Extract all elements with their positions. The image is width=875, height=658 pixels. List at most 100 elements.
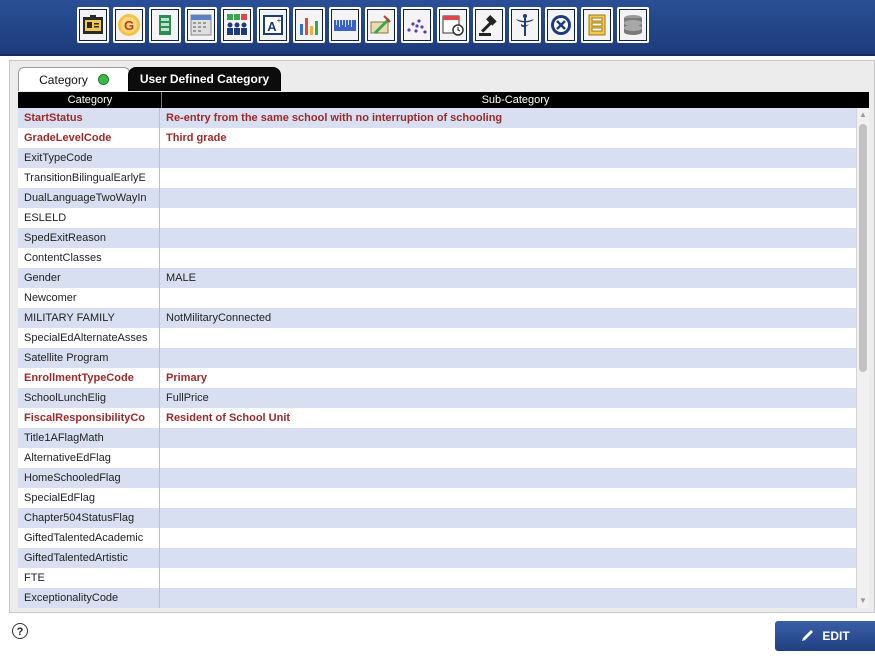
category-cell: Gender [18,268,160,288]
subcategory-cell [160,508,869,528]
tab-user-defined-category[interactable]: User Defined Category [128,67,281,91]
svg-text:+: + [277,16,282,25]
category-cell: ESLELD [18,208,160,228]
column-header-subcategory[interactable]: Sub-Category [162,92,869,108]
subcategory-cell [160,228,869,248]
toolbar-icon-group: G A + [77,7,649,43]
tab-category[interactable]: Category [18,67,130,91]
table-row[interactable]: TransitionBilingualEarlyE [18,168,869,188]
category-cell: TransitionBilingualEarlyE [18,168,160,188]
scroll-up-icon[interactable]: ▲ [857,108,869,122]
table-row[interactable]: ESLELD [18,208,869,228]
table-row[interactable]: GiftedTalentedArtistic [18,548,869,568]
subcategory-cell [160,548,869,568]
table-row[interactable]: MILITARY FAMILY NotMilitaryConnected [18,308,869,328]
table-row[interactable]: SpecialEdAlternateAsses [18,328,869,348]
scatter-icon[interactable] [401,7,433,43]
attendance-icon[interactable] [221,7,253,43]
grade-g-icon[interactable]: G [113,7,145,43]
edit-button-label: EDIT [822,629,850,643]
table-row[interactable]: Chapter504StatusFlag [18,508,869,528]
table-row[interactable]: Satellite Program [18,348,869,368]
table-row[interactable]: ContentClasses [18,248,869,268]
settings-gear-icon[interactable] [545,7,577,43]
subcategory-cell: MALE [166,272,196,284]
category-cell: SpecialEdFlag [18,488,160,508]
category-cell: GradeLevelCode [18,128,160,148]
footer-bar: ? EDIT [0,614,875,658]
table-row[interactable]: ExitTypeCode [18,148,869,168]
table-row[interactable]: GiftedTalentedAcademic [18,528,869,548]
table-row[interactable]: Gender MALE [18,268,869,288]
subcategory-cell [160,348,869,368]
subcategory-cell [160,148,869,168]
database-icon[interactable] [617,7,649,43]
table-row[interactable]: SpecialEdFlag [18,488,869,508]
subcategory-cell: Primary [166,372,207,384]
discipline-gavel-icon[interactable] [473,7,505,43]
scroll-down-icon[interactable]: ▼ [857,594,869,608]
table-row[interactable]: DualLanguageTwoWayIn [18,188,869,208]
column-header-category[interactable]: Category [19,92,162,108]
table-row[interactable]: EnrollmentTypeCode Primary [18,368,869,388]
ruler-icon[interactable] [329,7,361,43]
subcategory-cell [160,188,869,208]
subcategory-cell [160,328,869,348]
subcategory-cell: Re-entry from the same school with no in… [166,112,503,124]
subcategory-cell [160,468,869,488]
table-row[interactable]: AlternativeEdFlag [18,448,869,468]
table-row[interactable]: SpedExitReason [18,228,869,248]
category-cell: GiftedTalentedAcademic [18,528,160,548]
health-caduceus-icon[interactable] [509,7,541,43]
file-cabinet-icon[interactable] [581,7,613,43]
subcategory-cell [160,168,869,188]
subcategory-cell [160,208,869,228]
table-row[interactable]: FTE [18,568,869,588]
edit-button[interactable]: EDIT [775,621,875,651]
table-header: Category Sub-Category [18,92,869,108]
help-icon[interactable]: ? [12,623,28,639]
table-row[interactable]: StartStatus Re-entry from the same school… [18,108,869,128]
tab-category-label: Category [39,72,88,87]
category-cell: SchoolLunchElig [18,388,160,408]
scrollbar-thumb[interactable] [859,124,867,372]
subcategory-cell [160,428,869,448]
vertical-scrollbar[interactable]: ▲ ▼ [856,108,869,608]
category-cell: SpedExitReason [18,228,160,248]
status-dot-icon [97,74,109,85]
table-row[interactable]: FiscalResponsibilityCo Resident of School… [18,408,869,428]
calendar-icon[interactable] [185,7,217,43]
category-cell: ContentClasses [18,248,160,268]
grade-a-plus-icon[interactable]: A + [257,7,289,43]
table-row[interactable]: SchoolLunchElig FullPrice [18,388,869,408]
svg-text:G: G [124,18,134,33]
category-cell: ExceptionalityCode [18,588,160,608]
table-row[interactable]: Title1AFlagMath [18,428,869,448]
subcategory-cell [160,288,869,308]
category-cell: Title1AFlagMath [18,428,160,448]
table-row[interactable]: GradeLevelCode Third grade [18,128,869,148]
subcategory-cell [160,588,869,608]
subcategory-cell [160,488,869,508]
table-row[interactable]: Newcomer [18,288,869,308]
category-cell: HomeSchooledFlag [18,468,160,488]
subcategory-cell: Resident of School Unit [166,412,291,424]
schedule-icon[interactable] [437,7,469,43]
tab-user-defined-label: User Defined Category [139,72,270,86]
category-panel: Category User Defined Category Category … [9,60,875,613]
graduation-icon[interactable] [365,7,397,43]
category-cell: FTE [18,568,160,588]
category-cell: MILITARY FAMILY [18,308,160,328]
category-cell: Satellite Program [18,348,160,368]
table-row[interactable]: ExceptionalityCode [18,588,869,608]
category-cell: ExitTypeCode [18,148,160,168]
category-cell: StartStatus [18,108,160,128]
table-row[interactable]: HomeSchooledFlag [18,468,869,488]
book-icon[interactable] [149,7,181,43]
category-cell: Newcomer [18,288,160,308]
student-card-icon[interactable] [77,7,109,43]
category-cell: GiftedTalentedArtistic [18,548,160,568]
pencil-icon [802,630,814,641]
subcategory-cell [160,528,869,548]
bar-chart-icon[interactable] [293,7,325,43]
